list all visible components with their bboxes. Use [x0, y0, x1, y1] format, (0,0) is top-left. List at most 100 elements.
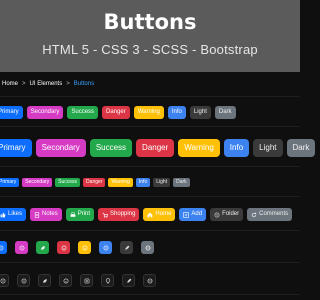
light-button[interactable]: Light [189, 106, 211, 119]
breadcrumb-home[interactable]: Home [2, 81, 18, 87]
leaf-icon [42, 278, 47, 283]
success-button-large[interactable]: Success [89, 139, 133, 157]
circle-icon [21, 278, 26, 283]
light-button-large[interactable]: Light [253, 139, 283, 157]
circle-icon [0, 245, 3, 250]
info-button-small[interactable]: Info [135, 177, 151, 187]
leaf-icon-button[interactable] [36, 241, 49, 254]
dark-button-small[interactable]: Dark [173, 177, 190, 187]
danger-button[interactable]: Danger [102, 106, 130, 119]
breadcrumb-ui-elements[interactable]: UI Elements [30, 81, 63, 87]
danger-button-large[interactable]: Danger [136, 139, 175, 157]
icon-button-row-outline [0, 271, 156, 290]
circle-icon-button[interactable] [15, 241, 28, 254]
breadcrumb-current: Buttons [73, 81, 95, 87]
pin-outline-button[interactable] [101, 274, 114, 287]
shopping-button[interactable]: Shopping [98, 208, 140, 221]
shopping-label: Shopping [110, 211, 136, 217]
breadcrumb: Home > UI Elements > Buttons [0, 74, 300, 94]
divider [0, 126, 300, 127]
button-row-small: Primary Secondary Success Danger Warning… [0, 175, 190, 189]
secondary-button-small[interactable]: Secondary [22, 177, 53, 187]
heart-icon [61, 245, 66, 250]
comments-label: Comments [259, 211, 289, 217]
pen-outline-button[interactable] [122, 274, 135, 287]
camera-icon [84, 278, 89, 283]
folder-label: Folder [222, 211, 240, 217]
user-icon-button[interactable] [99, 241, 112, 254]
warning-button-small[interactable]: Warning [108, 177, 133, 187]
button-row-large: Primary Secondary Success Danger Warning… [0, 137, 316, 159]
leaf-outline-button[interactable] [38, 274, 51, 287]
divider [0, 166, 300, 167]
danger-button-small[interactable]: Danger [83, 177, 106, 187]
add-label: Add [191, 211, 203, 217]
cart-icon [102, 212, 109, 218]
warning-button[interactable]: Warning [133, 106, 164, 119]
folder-button[interactable]: Folder [210, 208, 244, 221]
thumbs-up-icon [0, 212, 6, 217]
pen-icon [126, 278, 131, 283]
info-button[interactable]: Info [167, 106, 186, 119]
success-button[interactable]: Success [67, 106, 99, 119]
add-icon [183, 211, 190, 218]
comments-button[interactable]: Comments [247, 208, 293, 221]
light-button-small[interactable]: Light [153, 177, 171, 187]
warning-button-large[interactable]: Warning [178, 139, 220, 157]
primary-button-large[interactable]: Primary [0, 139, 32, 157]
globe-icon-button[interactable] [141, 241, 154, 254]
icon-button-row-filled [0, 238, 154, 257]
circle-icon-button[interactable] [0, 241, 7, 254]
globe-icon [147, 278, 152, 283]
secondary-button[interactable]: Secondary [26, 106, 64, 119]
circle-outline-button[interactable] [0, 274, 9, 287]
heart-outline-button[interactable] [59, 274, 72, 287]
globe-outline-button[interactable] [143, 274, 156, 287]
home-label: Home [155, 211, 172, 217]
dark-button-large[interactable]: Dark [286, 139, 316, 157]
breadcrumb-separator: > [22, 81, 26, 87]
circle-icon [19, 245, 24, 250]
success-button-small[interactable]: Success [55, 177, 81, 187]
divider [0, 196, 300, 197]
button-row-with-icons: Likes Notes Print Shopping Home Add Fold… [0, 205, 293, 224]
heart-icon-button[interactable] [57, 241, 70, 254]
page-header: Buttons HTML 5 - CSS 3 - SCSS - Bootstra… [0, 0, 300, 72]
dark-button[interactable]: Dark [214, 106, 236, 119]
comments-icon [252, 212, 257, 217]
heart-icon [63, 278, 68, 283]
notes-icon [34, 211, 40, 218]
divider [0, 262, 300, 263]
likes-button[interactable]: Likes [0, 208, 27, 221]
folder-icon [214, 212, 220, 217]
pin-icon [105, 277, 110, 284]
info-button-large[interactable]: Info [223, 139, 250, 157]
star-icon-button[interactable] [78, 241, 91, 254]
pen-icon [124, 245, 129, 250]
page-title: Buttons [103, 10, 197, 34]
home-button[interactable]: Home [143, 208, 176, 221]
primary-button[interactable]: Primary [0, 106, 23, 119]
camera-outline-button[interactable] [80, 274, 93, 287]
home-icon [148, 212, 153, 217]
globe-icon [145, 245, 150, 250]
leaf-icon [40, 245, 45, 250]
notes-label: Notes [42, 211, 58, 217]
likes-label: Likes [8, 211, 23, 217]
star-icon [82, 245, 87, 250]
breadcrumb-separator: > [66, 81, 70, 87]
divider [0, 96, 300, 97]
pen-icon-button[interactable] [120, 241, 133, 254]
print-button[interactable]: Print [65, 208, 95, 221]
notes-button[interactable]: Notes [30, 208, 62, 221]
print-label: Print [77, 211, 91, 217]
primary-button-small[interactable]: Primary [0, 177, 20, 187]
secondary-button-large[interactable]: Secondary [35, 139, 86, 157]
circle-outline-button[interactable] [17, 274, 30, 287]
print-icon [70, 211, 76, 217]
button-row-default: Primary Secondary Success Danger Warning… [0, 103, 236, 122]
page-subtitle: HTML 5 - CSS 3 - SCSS - Bootstrap [42, 42, 258, 57]
circle-icon [0, 278, 5, 283]
divider [0, 294, 300, 295]
add-button[interactable]: Add [179, 208, 207, 221]
